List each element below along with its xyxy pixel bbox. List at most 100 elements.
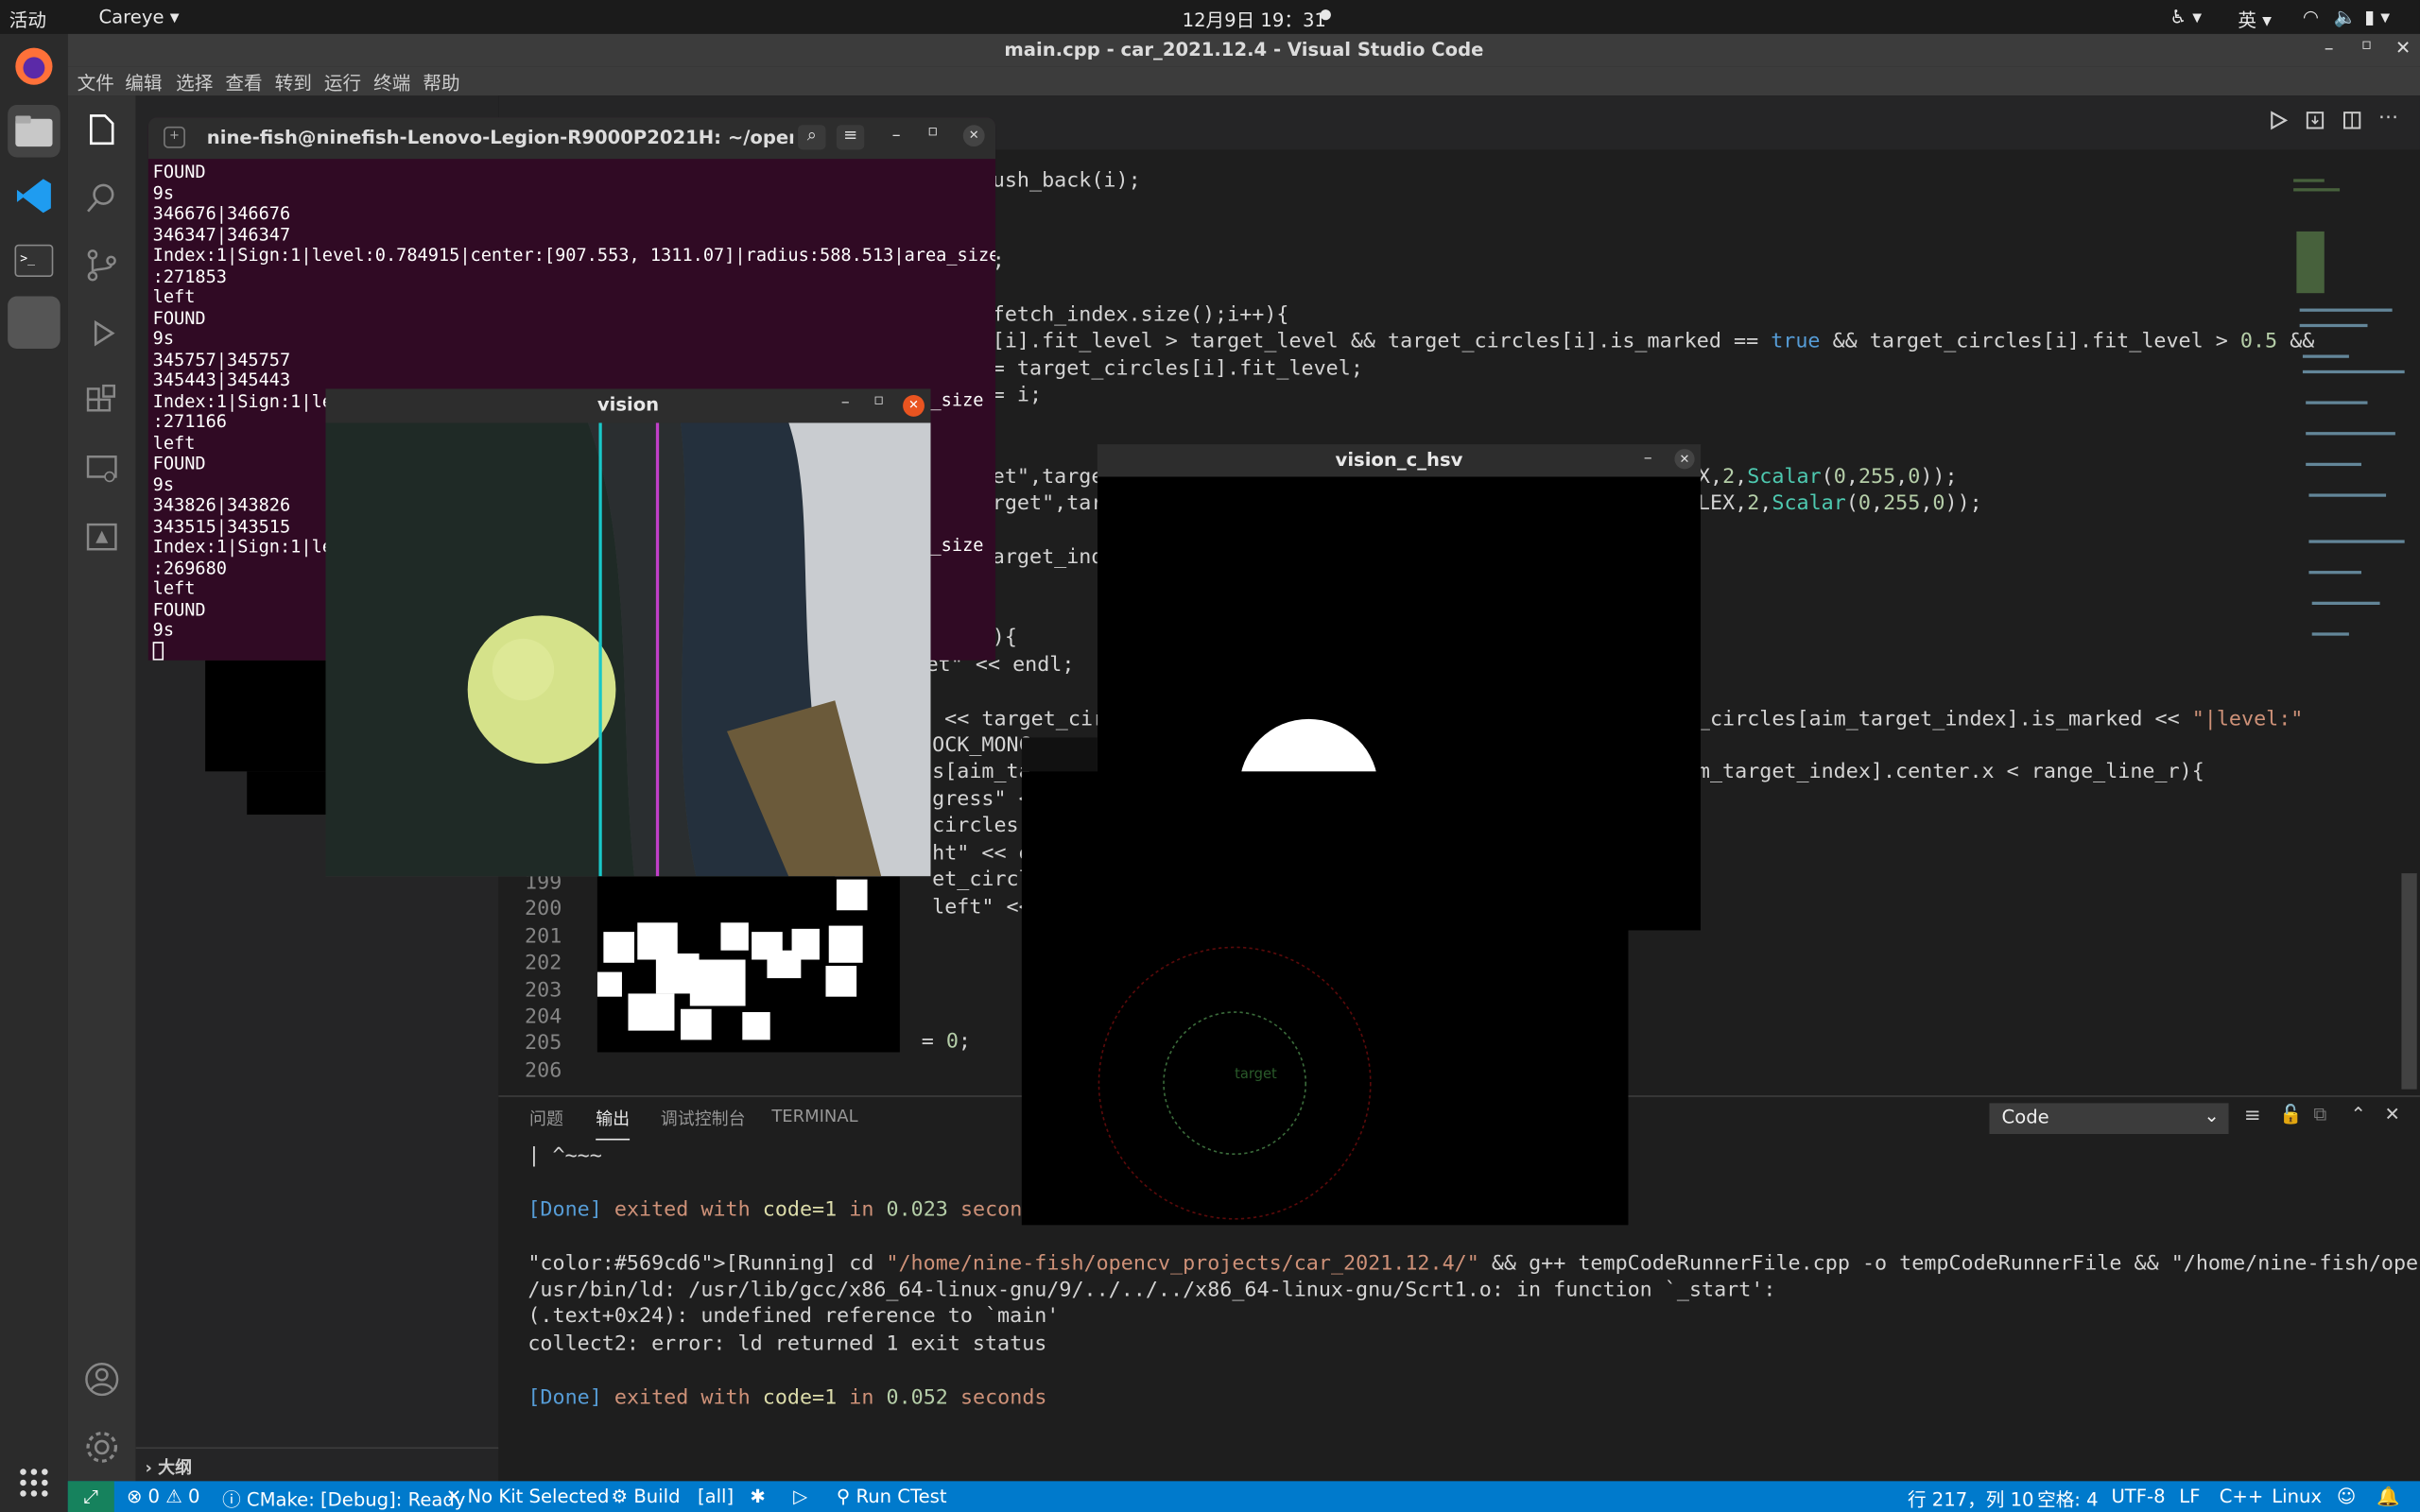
tab-terminal[interactable]: TERMINAL bbox=[771, 1107, 857, 1126]
output-line: (.text+0x24): undefined reference to `ma… bbox=[527, 1305, 1060, 1330]
output-line: [Done] exited with code=1 in 0.052 secon… bbox=[527, 1385, 1047, 1410]
stale-window-region bbox=[247, 771, 326, 816]
cursor-position[interactable]: 行 217，列 10 bbox=[1908, 1486, 2034, 1512]
menu-edit[interactable]: 编辑 bbox=[125, 69, 162, 95]
outline-label: 大纲 bbox=[158, 1457, 193, 1479]
close-icon[interactable]: ✕ bbox=[903, 394, 925, 417]
vision-window[interactable]: vision – ▫ ✕ bbox=[325, 388, 931, 877]
code-line: m_target_index].center.x < range_line_r)… bbox=[1697, 760, 2204, 784]
tab-problems[interactable]: 问题 bbox=[529, 1107, 563, 1131]
run-debug-icon[interactable] bbox=[83, 315, 120, 352]
new-tab-icon[interactable]: + bbox=[164, 126, 185, 148]
close-icon[interactable]: ✕ bbox=[1674, 449, 1695, 470]
activities-button[interactable]: 活动 bbox=[9, 7, 46, 33]
close-icon[interactable]: ✕ bbox=[962, 125, 985, 147]
search-icon[interactable] bbox=[83, 179, 120, 215]
minimize-icon[interactable]: – bbox=[1644, 447, 1652, 467]
accessibility-icon[interactable]: ♿ ▾ bbox=[2170, 7, 2203, 28]
settings-gear-icon[interactable] bbox=[83, 1429, 120, 1466]
volume-icon[interactable]: 🔈 bbox=[2334, 7, 2357, 28]
minimize-icon[interactable]: – bbox=[841, 392, 850, 412]
launch-play-icon[interactable]: ▷ bbox=[793, 1486, 807, 1507]
lock-icon[interactable]: 🔓 bbox=[2279, 1103, 2302, 1125]
editor-scrollbar[interactable] bbox=[2401, 873, 2417, 1090]
line-number: 205 bbox=[525, 1032, 562, 1056]
code-line: circles[ bbox=[932, 815, 1031, 838]
clear-output-icon[interactable]: ≡ bbox=[2244, 1105, 2261, 1127]
tab-output[interactable]: 输出 bbox=[596, 1107, 631, 1141]
firefox-icon[interactable] bbox=[8, 40, 60, 93]
minimize-icon[interactable]: – bbox=[2325, 37, 2334, 59]
input-method[interactable]: 英 ▾ bbox=[2238, 7, 2272, 33]
ubuntu-dock: >_ bbox=[0, 33, 68, 1512]
terminal-header: + nine-fish@ninefish-Lenovo-Legion-R9000… bbox=[147, 117, 996, 160]
outline-section[interactable]: › 大纲 bbox=[135, 1447, 499, 1481]
code-line: ht" << e bbox=[932, 842, 1031, 866]
wifi-icon[interactable]: ◠ bbox=[2303, 7, 2319, 28]
code-line: s[aim_ta bbox=[932, 760, 1031, 784]
indentation[interactable]: 空格: 4 bbox=[2037, 1486, 2098, 1512]
build-target[interactable]: [all] bbox=[698, 1486, 734, 1507]
more-actions-icon[interactable]: ⋯ bbox=[2378, 107, 2398, 129]
close-panel-icon[interactable]: ✕ bbox=[2384, 1103, 2399, 1125]
output-line: collect2: error: ld returned 1 exit stat… bbox=[527, 1332, 1047, 1356]
encoding[interactable]: UTF-8 bbox=[2111, 1486, 2165, 1507]
menu-file[interactable]: 文件 bbox=[78, 69, 114, 95]
menu-view[interactable]: 查看 bbox=[225, 69, 262, 95]
code-line: rget",tar bbox=[992, 491, 1104, 516]
output-line: /usr/bin/ld: /usr/lib/gcc/x86_64-linux-g… bbox=[527, 1279, 1776, 1302]
os-indicator[interactable]: Linux bbox=[2272, 1486, 2322, 1507]
maximize-icon[interactable]: ▫ bbox=[2361, 37, 2372, 54]
menu-help[interactable]: 帮助 bbox=[423, 69, 459, 95]
active-window-icon[interactable] bbox=[8, 296, 60, 349]
vscode-icon[interactable] bbox=[8, 170, 60, 223]
search-icon[interactable]: ⌕ bbox=[798, 125, 826, 150]
remote-explorer-icon[interactable] bbox=[83, 451, 120, 488]
run-ctest-button[interactable]: ⚲ Run CTest bbox=[837, 1486, 947, 1507]
target-label: target bbox=[1235, 1067, 1277, 1084]
run-code-icon[interactable] bbox=[2267, 110, 2289, 131]
split-editor-icon[interactable] bbox=[2342, 110, 2363, 131]
code-line: gress" < bbox=[932, 788, 1031, 812]
code-line: = i; bbox=[992, 384, 1043, 408]
source-control-icon[interactable] bbox=[83, 247, 120, 284]
cmake-status[interactable]: ⓘ CMake: [Debug]: Ready bbox=[222, 1486, 465, 1512]
terminal-icon[interactable]: >_ bbox=[8, 234, 60, 287]
cmake-icon[interactable] bbox=[83, 519, 120, 556]
language-mode[interactable]: C++ bbox=[2220, 1486, 2264, 1507]
feedback-icon[interactable]: ☺ bbox=[2337, 1486, 2356, 1507]
clock[interactable]: 12月9日 19：31 bbox=[1183, 7, 1326, 33]
files-icon[interactable] bbox=[8, 105, 60, 158]
close-icon[interactable]: ✕ bbox=[2395, 37, 2411, 59]
menu-selection[interactable]: 选择 bbox=[176, 69, 213, 95]
menu-terminal[interactable]: 终端 bbox=[373, 69, 410, 95]
terminal-fragment: _size bbox=[930, 388, 991, 411]
battery-icon[interactable]: ▮ ▾ bbox=[2364, 7, 2390, 28]
output-channel-select[interactable]: Code ⌄ bbox=[1989, 1103, 2229, 1134]
maximize-icon[interactable]: ▫ bbox=[873, 392, 884, 409]
open-log-icon[interactable]: ⧉ bbox=[2313, 1103, 2326, 1125]
hamburger-menu-icon[interactable]: ≡ bbox=[836, 125, 865, 150]
terminal-title: nine-fish@ninefish-Lenovo-Legion-R9000P2… bbox=[206, 126, 793, 148]
minimize-icon[interactable]: – bbox=[892, 125, 901, 145]
notifications-bell-icon[interactable]: 🔔 bbox=[2377, 1486, 2399, 1507]
vscode-title-bar: main.cpp - car_2021.12.4 - Visual Studio… bbox=[67, 33, 2420, 67]
tab-debug-console[interactable]: 调试控制台 bbox=[661, 1107, 746, 1131]
remote-indicator-icon[interactable]: ⤢ bbox=[67, 1481, 114, 1512]
kit-status[interactable]: ✕ No Kit Selected bbox=[446, 1486, 610, 1507]
build-button[interactable]: ⚙ Build bbox=[612, 1486, 681, 1507]
end-of-line[interactable]: LF bbox=[2179, 1486, 2200, 1507]
show-apps-icon[interactable] bbox=[8, 1456, 60, 1509]
app-menu[interactable]: Careye ▾ bbox=[98, 7, 179, 28]
problems-count[interactable]: ⊗ 0 ⚠ 0 bbox=[127, 1486, 200, 1507]
menu-go[interactable]: 转到 bbox=[275, 69, 312, 95]
open-changes-icon[interactable] bbox=[2305, 110, 2326, 131]
explorer-icon[interactable] bbox=[83, 112, 120, 148]
menu-run[interactable]: 运行 bbox=[324, 69, 361, 95]
debug-bug-icon[interactable]: ✱ bbox=[750, 1486, 765, 1507]
maximize-panel-icon[interactable]: ⌃ bbox=[2351, 1103, 2366, 1125]
maximize-icon[interactable]: ▫ bbox=[927, 124, 938, 141]
account-icon[interactable] bbox=[83, 1361, 120, 1398]
minimap[interactable] bbox=[2284, 170, 2408, 663]
extensions-icon[interactable] bbox=[83, 383, 120, 420]
